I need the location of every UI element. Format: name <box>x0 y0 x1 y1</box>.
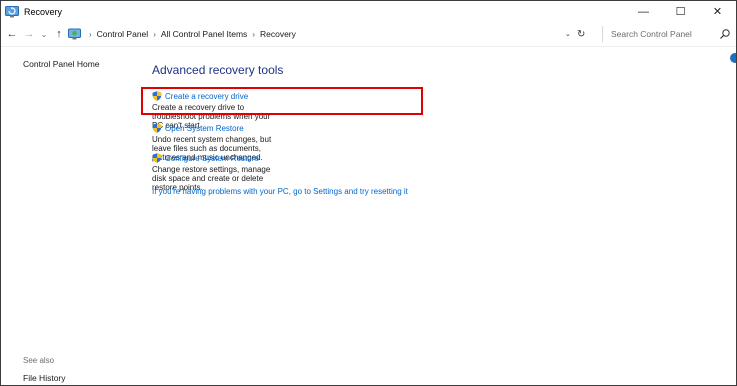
file-history-link[interactable]: File History <box>23 373 66 383</box>
control-panel-icon <box>68 28 81 40</box>
uac-shield-icon <box>152 123 162 133</box>
uac-shield-icon <box>152 153 162 163</box>
minimize-button[interactable]: — <box>625 1 662 22</box>
recovery-window: Recovery — ☐ ✕ ← → ⌄ ↑ › Control Panel ›… <box>0 0 737 386</box>
up-button[interactable]: ↑ <box>53 28 65 40</box>
breadcrumb-all-items[interactable]: All Control Panel Items <box>161 29 247 39</box>
breadcrumb: › Control Panel › All Control Panel Item… <box>68 28 296 40</box>
search-box[interactable] <box>602 26 735 42</box>
address-controls: ⌄ ↻ <box>565 23 589 45</box>
recovery-app-icon <box>5 5 19 17</box>
breadcrumb-separator: › <box>89 29 92 39</box>
address-dropdown-icon[interactable]: ⌄ <box>565 30 575 38</box>
see-also-label: See also <box>23 356 55 365</box>
breadcrumb-control-panel[interactable]: Control Panel <box>97 29 149 39</box>
control-panel-home-link[interactable]: Control Panel Home <box>23 59 100 69</box>
configure-system-restore-link[interactable]: Configure System Restore <box>152 153 283 163</box>
address-divider <box>1 46 736 47</box>
search-icon[interactable] <box>719 28 731 40</box>
forward-button[interactable]: → <box>22 28 36 40</box>
reset-pc-link[interactable]: If you're having problems with your PC, … <box>152 187 408 196</box>
search-input[interactable] <box>609 28 718 40</box>
main-content: Advanced recovery tools Create a recover… <box>152 63 408 196</box>
left-pane: Control Panel Home <box>23 59 100 69</box>
breadcrumb-separator: › <box>153 29 156 39</box>
breadcrumb-recovery[interactable]: Recovery <box>260 29 296 39</box>
configure-system-restore-label: Configure System Restore <box>165 153 259 163</box>
window-controls: — ☐ ✕ <box>625 1 736 22</box>
highlight-box <box>141 87 423 115</box>
open-system-restore-label: Open System Restore <box>165 123 244 133</box>
help-button-edge[interactable] <box>730 53 736 63</box>
close-button[interactable]: ✕ <box>699 1 736 22</box>
recent-locations-button[interactable]: ⌄ <box>39 30 49 39</box>
page-title: Advanced recovery tools <box>152 63 284 77</box>
breadcrumb-separator: › <box>252 29 255 39</box>
address-row: ← → ⌄ ↑ › Control Panel › All Control Pa… <box>1 23 736 45</box>
maximize-button[interactable]: ☐ <box>662 1 699 22</box>
title-bar: Recovery — ☐ ✕ <box>1 1 736 22</box>
open-system-restore-link[interactable]: Open System Restore <box>152 123 283 133</box>
refresh-icon[interactable]: ↻ <box>577 29 589 40</box>
back-button[interactable]: ← <box>5 28 19 40</box>
window-title: Recovery <box>24 6 63 17</box>
